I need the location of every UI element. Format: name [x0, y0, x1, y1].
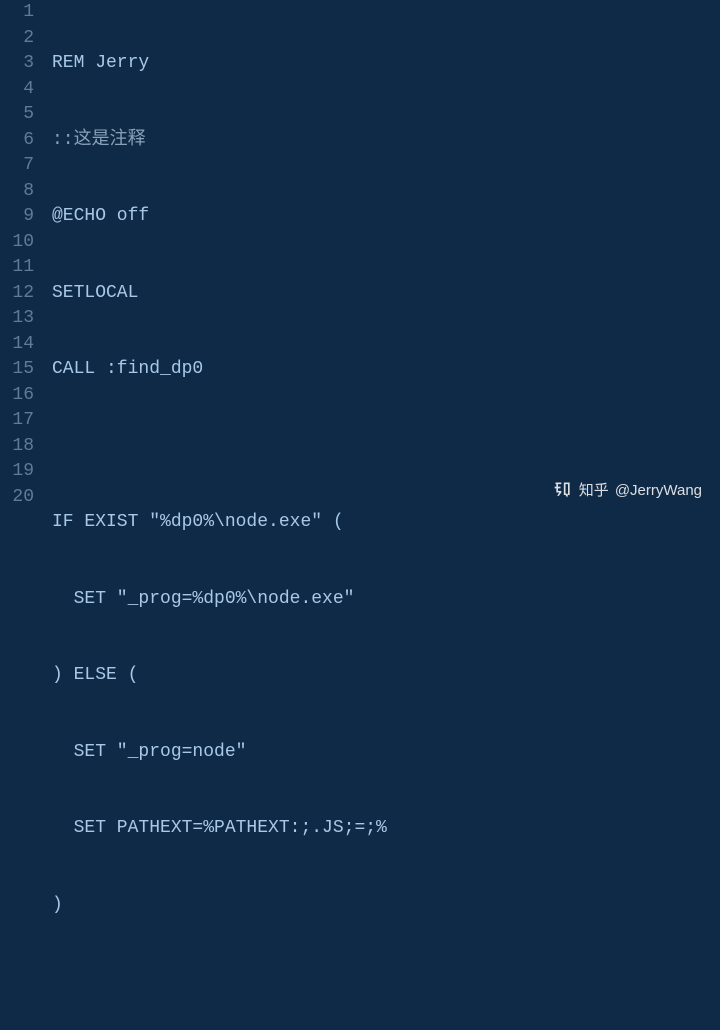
line-number: 8 — [0, 179, 34, 205]
code-line: SET "_prog=%dp0%\node.exe" — [52, 587, 720, 613]
line-number: 17 — [0, 408, 34, 434]
line-number: 18 — [0, 434, 34, 460]
code-line: SETLOCAL — [52, 281, 720, 307]
line-number: 4 — [0, 77, 34, 103]
code-line: ) ELSE ( — [52, 663, 720, 689]
code-line: @ECHO off — [52, 204, 720, 230]
code-line: IF EXIST "%dp0%\node.exe" ( — [52, 510, 720, 536]
line-number: 20 — [0, 485, 34, 511]
line-number: 3 — [0, 51, 34, 77]
code-line: SET "_prog=node" — [52, 740, 720, 766]
line-number: 10 — [0, 230, 34, 256]
watermark-author: @JerryWang — [615, 478, 702, 504]
code-content[interactable]: REM Jerry ::这是注释 @ECHO off SETLOCAL CALL… — [44, 0, 720, 515]
line-number: 12 — [0, 281, 34, 307]
code-line: REM Jerry — [52, 51, 720, 77]
code-line: ) — [52, 893, 720, 919]
code-editor: 1 2 3 4 5 6 7 8 9 10 11 12 13 14 15 16 1… — [0, 0, 720, 515]
line-number: 6 — [0, 128, 34, 154]
code-line — [52, 969, 720, 995]
code-line: SET PATHEXT=%PATHEXT:;.JS;=;% — [52, 816, 720, 842]
line-number: 13 — [0, 306, 34, 332]
code-line — [52, 434, 720, 460]
line-number: 1 — [0, 0, 34, 26]
line-number-gutter: 1 2 3 4 5 6 7 8 9 10 11 12 13 14 15 16 1… — [0, 0, 44, 515]
line-number: 15 — [0, 357, 34, 383]
line-number: 5 — [0, 102, 34, 128]
code-line: ::这是注释 — [52, 128, 720, 154]
code-line: CALL :find_dp0 — [52, 357, 720, 383]
line-number: 9 — [0, 204, 34, 230]
zhihu-logo-icon — [553, 480, 573, 500]
line-number: 7 — [0, 153, 34, 179]
line-number: 19 — [0, 459, 34, 485]
line-number: 16 — [0, 383, 34, 409]
line-number: 2 — [0, 26, 34, 52]
line-number: 14 — [0, 332, 34, 358]
watermark-brand: 知乎 — [579, 478, 609, 504]
line-number: 11 — [0, 255, 34, 281]
watermark: 知乎 @JerryWang — [553, 478, 702, 504]
